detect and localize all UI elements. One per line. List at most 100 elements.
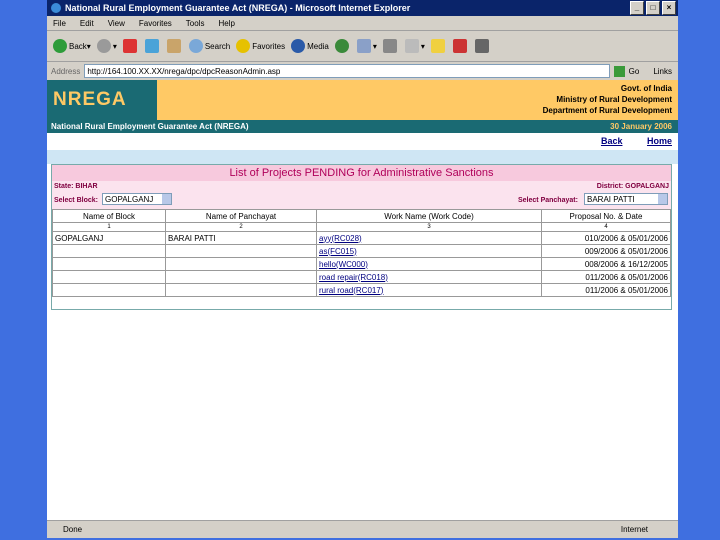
block-cell	[52, 244, 166, 258]
block-cell	[52, 270, 166, 284]
panchayat-cell	[165, 244, 317, 258]
print-button[interactable]	[382, 39, 399, 53]
discuss-button[interactable]	[430, 39, 447, 53]
home-button[interactable]	[166, 39, 183, 53]
proposal-cell: 009/2006 & 05/01/2006	[541, 244, 671, 258]
header-banner: NREGA Govt. of India Ministry of Rural D…	[47, 80, 678, 120]
menu-tools[interactable]: Tools	[186, 19, 205, 28]
work-cell: ayy(RC028)	[316, 231, 542, 245]
refresh-button[interactable]	[144, 39, 161, 53]
page-date: 30 January 2006	[610, 122, 672, 131]
address-label: Address	[51, 66, 81, 76]
stop-button[interactable]	[122, 39, 139, 53]
forward-arrow-icon	[96, 39, 111, 53]
block-select[interactable]: GOPALGANJ	[102, 193, 172, 205]
proposal-cell: 008/2006 & 16/12/2005	[541, 257, 671, 271]
history-button[interactable]	[334, 39, 351, 53]
home-icon	[166, 39, 181, 53]
col-work: Work Name (Work Code)	[316, 209, 542, 223]
govt-lines: Govt. of India Ministry of Rural Develop…	[543, 83, 672, 116]
address-bar: Address http://164.100.XX.XX/nrega/dpc/d…	[47, 62, 678, 81]
chevron-down-icon[interactable]	[162, 194, 171, 204]
table-row: rural road(RC017) 011/2006 & 05/01/2006	[52, 283, 671, 297]
panchayat-label: Select Panchayat:	[518, 197, 578, 204]
block-cell	[52, 283, 166, 297]
work-link[interactable]: ayy(RC028)	[319, 234, 362, 243]
maximize-button[interactable]: □	[646, 1, 660, 15]
col-number: 3	[316, 222, 542, 232]
home-link[interactable]: Home	[647, 136, 672, 146]
menu-view[interactable]: View	[108, 19, 125, 28]
panchayat-cell	[165, 270, 317, 284]
menu-favorites[interactable]: Favorites	[139, 19, 172, 28]
govt-line: Govt. of India	[620, 84, 672, 93]
window-title: National Rural Employment Guarantee Act …	[65, 3, 411, 13]
panchayat-cell: BARAI PATTI	[165, 231, 317, 245]
work-link[interactable]: hello(WC000)	[319, 260, 368, 269]
act-bar: National Rural Employment Guarantee Act …	[47, 120, 678, 133]
status-bar: Done Internet	[47, 520, 678, 538]
divider-band	[47, 150, 678, 164]
state-label: State: BIHAR	[54, 183, 98, 190]
messenger-icon	[452, 39, 467, 53]
search-button[interactable]: Search	[188, 39, 231, 53]
projects-panel: List of Projects PENDING for Administrat…	[51, 164, 672, 310]
minimize-button[interactable]: _	[630, 1, 644, 15]
mail-icon	[356, 39, 371, 53]
work-link[interactable]: road repair(RC018)	[319, 273, 388, 282]
refresh-icon	[144, 39, 159, 53]
browser-window: National Rural Employment Guarantee Act …	[47, 0, 678, 538]
address-input[interactable]: http://164.100.XX.XX/nrega/dpc/dpcReason…	[84, 64, 610, 78]
go-label[interactable]: Go	[629, 67, 640, 76]
nrega-logo: NREGA	[47, 80, 157, 120]
panchayat-cell	[165, 257, 317, 271]
menu-edit[interactable]: Edit	[80, 19, 94, 28]
filter-area: State: BIHAR District: GOPALGANJ Select …	[52, 181, 671, 209]
panchayat-select[interactable]: BARAI PATTI	[584, 193, 668, 205]
work-cell: as(FC015)	[316, 244, 542, 258]
forward-button[interactable]: ▾	[96, 39, 117, 53]
table-row: hello(WC000) 008/2006 & 16/12/2005	[52, 257, 671, 271]
col-number: 2	[165, 222, 317, 232]
proposal-cell: 011/2006 & 05/01/2006	[541, 270, 671, 284]
favorites-button[interactable]: Favorites	[236, 39, 285, 53]
table-row: GOPALGANJ BARAI PATTI ayy(RC028) 010/200…	[52, 231, 671, 245]
block-label: Select Block:	[54, 197, 98, 204]
title-bar: National Rural Employment Guarantee Act …	[47, 0, 678, 16]
close-button[interactable]: ×	[662, 1, 676, 15]
work-cell: rural road(RC017)	[316, 283, 542, 297]
col-panchayat: Name of Panchayat	[165, 209, 317, 223]
panchayat-value: BARAI PATTI	[587, 195, 635, 204]
go-arrow-icon[interactable]	[613, 65, 625, 77]
edit-button[interactable]: ▾	[404, 39, 425, 53]
research-button[interactable]	[474, 39, 491, 53]
back-button[interactable]: Back ▾	[53, 39, 91, 53]
act-title: National Rural Employment Guarantee Act …	[51, 122, 249, 131]
toolbar: Back ▾ ▾ Search Favorites Media ▾ ▾	[47, 31, 678, 62]
media-icon	[291, 39, 306, 53]
back-link[interactable]: Back	[601, 136, 623, 146]
media-button[interactable]: Media	[291, 39, 329, 53]
status-text: Done	[63, 525, 83, 534]
work-link[interactable]: rural road(RC017)	[319, 286, 383, 295]
search-label: Search	[204, 41, 231, 51]
menu-file[interactable]: File	[53, 19, 66, 28]
mail-button[interactable]: ▾	[356, 39, 377, 53]
work-link[interactable]: as(FC015)	[319, 247, 357, 256]
ie-icon	[51, 3, 61, 13]
chevron-down-icon[interactable]	[658, 194, 667, 204]
table-row: as(FC015) 009/2006 & 05/01/2006	[52, 244, 671, 258]
govt-line: Ministry of Rural Development	[556, 95, 672, 104]
zone-text: Internet	[620, 525, 648, 534]
col-proposal: Proposal No. & Date	[541, 209, 671, 223]
menu-help[interactable]: Help	[218, 19, 234, 28]
media-label: Media	[307, 41, 329, 51]
table-row: road repair(RC018) 011/2006 & 05/01/2006	[52, 270, 671, 284]
proposal-cell: 011/2006 & 05/01/2006	[541, 283, 671, 297]
panel-title: List of Projects PENDING for Administrat…	[52, 165, 671, 181]
messenger-button[interactable]	[452, 39, 469, 53]
block-value: GOPALGANJ	[105, 195, 154, 204]
panchayat-cell	[165, 283, 317, 297]
proposal-cell: 010/2006 & 05/01/2006	[541, 231, 671, 245]
links-label[interactable]: Links	[653, 67, 672, 76]
